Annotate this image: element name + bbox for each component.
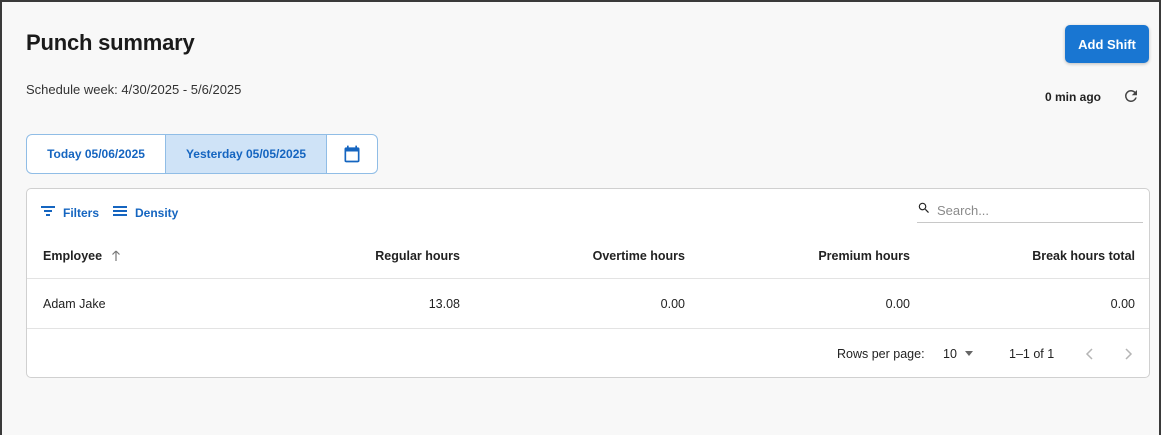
search-box [917, 199, 1143, 223]
search-input[interactable] [937, 203, 1127, 218]
page-title: Punch summary [26, 30, 195, 55]
add-shift-button[interactable]: Add Shift [1065, 25, 1149, 63]
app-frame: Punch summary Add Shift Schedule week: 4… [0, 0, 1161, 435]
punch-table-card: Filters Density Employee Regular hours O… [26, 188, 1150, 378]
cell-premium-hours: 0.00 [885, 296, 910, 311]
rows-per-page-select[interactable]: 10 [943, 329, 973, 379]
column-header-premium-hours[interactable]: Premium hours [818, 233, 910, 278]
schedule-week-label: Schedule week: 4/30/2025 - 5/6/2025 [26, 82, 242, 97]
table-header: Employee Regular hours Overtime hours Pr… [27, 233, 1149, 279]
calendar-icon[interactable] [327, 135, 377, 173]
today-button[interactable]: Today 05/06/2025 [27, 135, 166, 173]
search-icon [917, 201, 931, 220]
column-header-overtime-hours[interactable]: Overtime hours [593, 233, 685, 278]
filter-icon [41, 205, 63, 220]
chevron-left-icon[interactable] [1085, 329, 1095, 379]
pagination-range: 1–1 of 1 [1009, 347, 1055, 361]
density-icon [113, 205, 135, 220]
rows-per-page-value: 10 [943, 347, 957, 361]
rows-per-page-label: Rows per page: [837, 347, 925, 361]
yesterday-button[interactable]: Yesterday 05/05/2025 [166, 135, 327, 173]
filters-button[interactable]: Filters [41, 205, 99, 220]
dropdown-arrow-icon [964, 351, 973, 357]
cell-employee: Adam Jake [43, 296, 106, 311]
column-label: Employee [43, 248, 103, 263]
cell-regular-hours: 13.08 [428, 296, 460, 311]
table-row[interactable]: Adam Jake 13.08 0.00 0.00 0.00 [27, 279, 1149, 329]
sort-arrow-up-icon[interactable] [110, 250, 122, 262]
chevron-right-icon[interactable] [1123, 329, 1133, 379]
column-header-regular-hours[interactable]: Regular hours [375, 233, 460, 278]
cell-overtime-hours: 0.00 [660, 296, 685, 311]
cell-break-hours-total: 0.00 [1110, 296, 1135, 311]
density-button[interactable]: Density [113, 205, 178, 220]
last-updated-label: 0 min ago [1045, 90, 1102, 104]
day-selector: Today 05/06/2025 Yesterday 05/05/2025 [26, 134, 378, 174]
filters-label: Filters [63, 205, 100, 220]
density-label: Density [135, 205, 179, 220]
refresh-icon[interactable] [1120, 85, 1142, 107]
table-footer: Rows per page: 10 1–1 of 1 [27, 329, 1149, 379]
column-header-break-hours-total[interactable]: Break hours total [1032, 233, 1135, 278]
column-header-employee[interactable]: Employee [43, 233, 122, 278]
